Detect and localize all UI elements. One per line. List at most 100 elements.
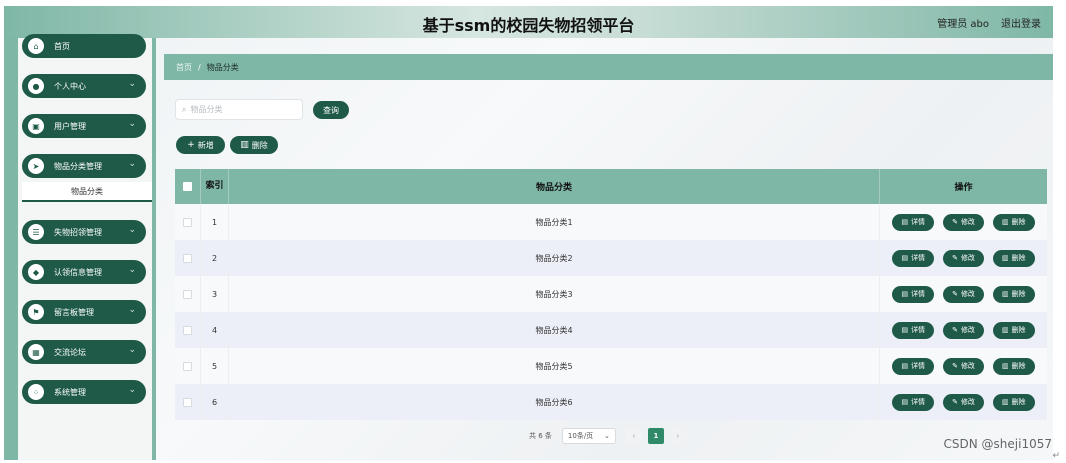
detail-button[interactable]: ▤ 详情 <box>892 321 935 339</box>
trash-icon: ▥ <box>1001 326 1009 334</box>
delete-button[interactable]: ▥ 删除 <box>992 321 1035 339</box>
row-index: 4 <box>201 312 229 348</box>
pencil-icon: ✎ <box>952 362 958 370</box>
table-row: 1 物品分类1 ▤ 详情 ✎ 修改 ▥ 删除 <box>175 204 1047 240</box>
edit-button[interactable]: ✎ 修改 <box>943 393 984 411</box>
edit-button[interactable]: ✎ 修改 <box>943 249 984 267</box>
row-checkbox[interactable] <box>183 253 192 263</box>
sidebar-item-claim-info[interactable]: ◆ 认领信息管理 ⌄ <box>22 260 146 284</box>
edit-button[interactable]: ✎ 修改 <box>943 357 984 375</box>
row-select-cell <box>175 204 201 240</box>
delete-button[interactable]: ▥ 删除 <box>992 285 1035 303</box>
batch-delete-button[interactable]: ▥ 删除 <box>230 136 278 154</box>
page-number-button[interactable]: 1 <box>647 428 664 444</box>
sidebar-item-label: 首页 <box>54 41 70 51</box>
app-frame: 基于ssm的校园失物招领平台 管理员 abo 退出登录 ⌂ 首页 ● 个人中心 … <box>4 6 1053 460</box>
sidebar-item-user-management[interactable]: ▣ 用户管理 ⌄ <box>22 114 146 138</box>
row-checkbox[interactable] <box>183 397 192 407</box>
table-row: 3 物品分类3 ▤ 详情 ✎ 修改 ▥ 删除 <box>175 276 1047 312</box>
trash-icon: ▥ <box>1001 254 1009 262</box>
delete-button[interactable]: ▥ 删除 <box>992 357 1035 375</box>
edit-button[interactable]: ✎ 修改 <box>943 321 984 339</box>
document-icon: ▤ <box>901 290 909 298</box>
sidebar-item-label: 个人中心 <box>54 81 86 91</box>
row-select-cell <box>175 240 201 276</box>
add-button[interactable]: + 新增 <box>176 136 225 154</box>
sidebar-subitem-category[interactable]: 物品分类 <box>22 182 152 202</box>
row-checkbox[interactable] <box>183 325 192 335</box>
row-operations: ▤ 详情 ✎ 修改 ▥ 删除 <box>880 384 1047 420</box>
row-index: 1 <box>201 204 229 240</box>
user-badge-icon: ▣ <box>28 118 44 134</box>
flag-icon: ⚑ <box>28 304 44 320</box>
header-index: 索引 <box>201 169 229 204</box>
row-checkbox[interactable] <box>183 289 192 299</box>
detail-button[interactable]: ▤ 详情 <box>892 393 935 411</box>
search-button[interactable]: 查询 <box>313 101 349 119</box>
breadcrumb: 首页 / 物品分类 <box>164 54 1053 80</box>
edit-button[interactable]: ✎ 修改 <box>943 285 984 303</box>
sidebar-item-personal-center[interactable]: ● 个人中心 ⌄ <box>22 74 146 98</box>
row-checkbox[interactable] <box>183 217 192 227</box>
pencil-icon: ✎ <box>952 398 958 406</box>
chevron-down-icon: ⌄ <box>128 305 136 315</box>
detail-label: 详情 <box>911 290 926 298</box>
sidebar-item-forum[interactable]: ▦ 交流论坛 ⌄ <box>22 340 146 364</box>
return-mark-icon: ↵ <box>1052 451 1060 461</box>
detail-button[interactable]: ▤ 详情 <box>892 285 935 303</box>
row-category: 物品分类6 <box>229 384 880 420</box>
plus-icon: + <box>187 140 195 150</box>
document-icon: ▤ <box>901 326 909 334</box>
breadcrumb-current: 物品分类 <box>206 62 239 72</box>
sidebar-item-message-board[interactable]: ⚑ 留言板管理 ⌄ <box>22 300 146 324</box>
row-category: 物品分类5 <box>229 348 880 384</box>
logout-link[interactable]: 退出登录 <box>1001 15 1041 30</box>
sidebar-item-label: 用户管理 <box>54 121 86 131</box>
prev-page-button[interactable]: ‹ <box>625 428 642 444</box>
table-row: 4 物品分类4 ▤ 详情 ✎ 修改 ▥ 删除 <box>175 312 1047 348</box>
breadcrumb-home[interactable]: 首页 <box>176 62 192 73</box>
page-size-select[interactable]: 10条/页 ⌄ <box>561 428 616 444</box>
pencil-icon: ✎ <box>952 218 958 226</box>
shield-icon: ◆ <box>28 264 44 280</box>
detail-button[interactable]: ▤ 详情 <box>892 357 935 375</box>
document-icon: ▤ <box>901 254 909 262</box>
sidebar-item-label: 失物招领管理 <box>54 227 102 237</box>
delete-button[interactable]: ▥ 删除 <box>992 213 1035 231</box>
row-category: 物品分类3 <box>229 276 880 312</box>
delete-button[interactable]: ▥ 删除 <box>992 393 1035 411</box>
batch-delete-label: 删除 <box>251 140 268 150</box>
grid-icon: ▦ <box>28 344 44 360</box>
chevron-down-icon: ⌄ <box>604 432 610 440</box>
next-page-button[interactable]: › <box>669 428 686 444</box>
detail-button[interactable]: ▤ 详情 <box>892 249 935 267</box>
search-box[interactable]: ⌕ <box>175 99 303 120</box>
chevron-down-icon: ⌄ <box>128 119 136 129</box>
pagination-total: 共 6 条 <box>529 432 552 440</box>
detail-label: 详情 <box>911 254 926 262</box>
delete-button[interactable]: ▥ 删除 <box>992 249 1035 267</box>
top-bar: 基于ssm的校园失物招领平台 管理员 abo 退出登录 <box>4 6 1053 38</box>
trash-icon: ▥ <box>1001 398 1009 406</box>
trash-icon: ▥ <box>1001 290 1009 298</box>
sidebar-item-label: 系统管理 <box>54 387 86 397</box>
row-select-cell <box>175 312 201 348</box>
edit-button[interactable]: ✎ 修改 <box>943 213 984 231</box>
document-icon: ▤ <box>901 362 909 370</box>
sidebar-item-category-management[interactable]: ➤ 物品分类管理 ⌄ <box>22 154 146 178</box>
sidebar-item-home[interactable]: ⌂ 首页 <box>22 34 146 58</box>
sidebar-item-system[interactable]: ⁘ 系统管理 ⌄ <box>22 380 146 404</box>
pencil-icon: ✎ <box>952 254 958 262</box>
search-input[interactable] <box>190 105 291 114</box>
row-checkbox[interactable] <box>183 361 192 371</box>
detail-label: 详情 <box>911 326 926 334</box>
breadcrumb-separator: / <box>198 62 201 72</box>
user-label: 管理员 abo <box>937 19 989 30</box>
delete-label: 删除 <box>1011 218 1026 226</box>
chevron-down-icon: ⌄ <box>128 79 136 89</box>
select-all-checkbox[interactable] <box>183 182 192 191</box>
sidebar-item-lost-found[interactable]: ☰ 失物招领管理 ⌄ <box>22 220 146 244</box>
row-operations: ▤ 详情 ✎ 修改 ▥ 删除 <box>880 312 1047 348</box>
detail-button[interactable]: ▤ 详情 <box>892 213 935 231</box>
header-category[interactable]: 物品分类 <box>229 169 880 204</box>
